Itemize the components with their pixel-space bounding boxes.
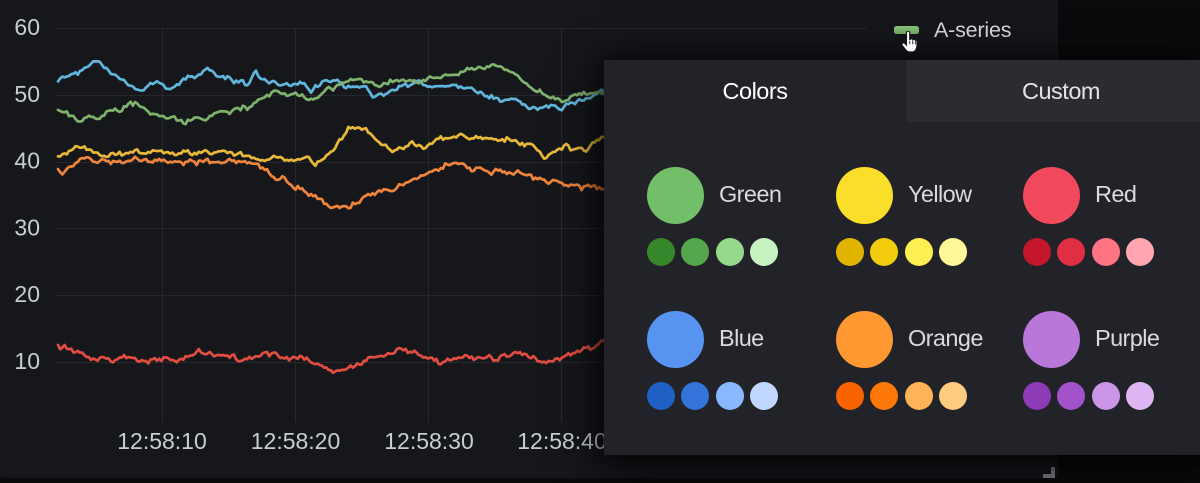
svg-text:20: 20: [14, 281, 40, 307]
svg-text:12:58:10: 12:58:10: [117, 428, 207, 454]
svg-text:12:58:30: 12:58:30: [384, 428, 474, 454]
svg-text:40: 40: [14, 148, 40, 174]
svg-text:30: 30: [14, 214, 40, 240]
svg-text:60: 60: [14, 14, 40, 40]
svg-text:50: 50: [14, 81, 40, 107]
svg-text:12:58:40: 12:58:40: [517, 428, 607, 454]
svg-text:12:58:20: 12:58:20: [251, 428, 341, 454]
svg-text:10: 10: [14, 348, 40, 374]
